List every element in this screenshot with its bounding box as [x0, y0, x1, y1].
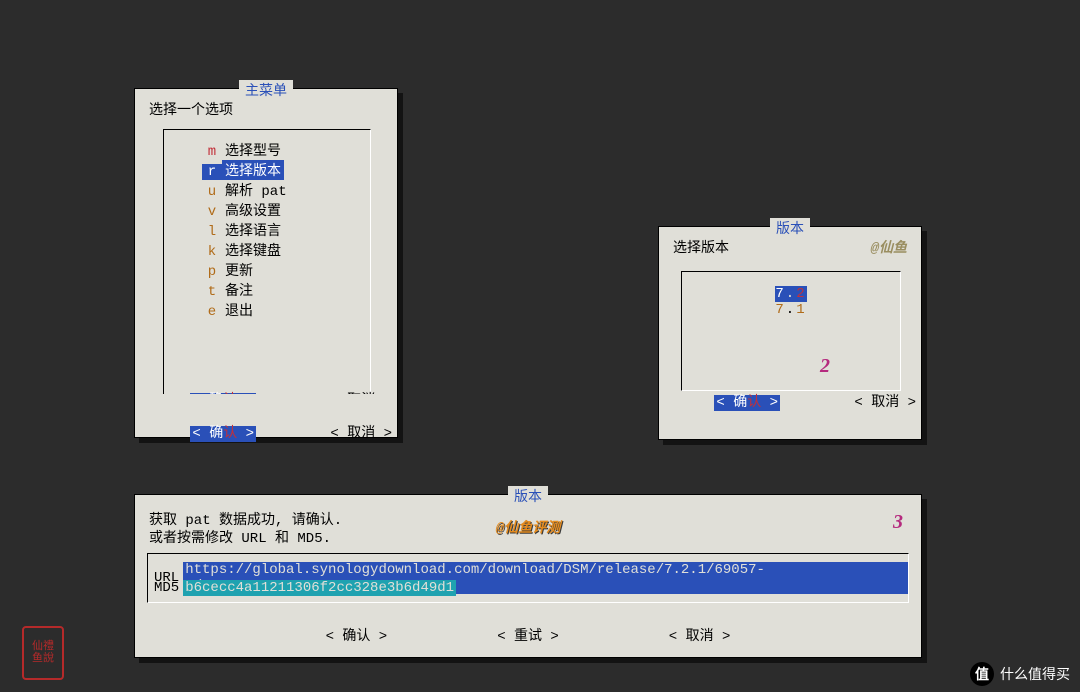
- version-prompt: 选择版本: [673, 237, 729, 257]
- cancel-button[interactable]: < 取消 >: [280, 406, 392, 458]
- menu-item-key: r: [202, 164, 222, 180]
- version-dialog: 版本 选择版本 @仙鱼 7.27.1 2 < 确认 > < 取消 >: [658, 226, 922, 440]
- version-option[interactable]: 7.1: [682, 302, 900, 318]
- menu-item-label: 高级设置: [222, 200, 284, 220]
- version-title: 版本: [770, 218, 810, 238]
- menu-item[interactable]: v高级设置: [198, 200, 336, 220]
- menu-item-key: k: [202, 244, 222, 260]
- main-menu-prompt: 选择一个选项: [149, 99, 233, 119]
- author-stamp: 仙禮 鱼說: [22, 626, 64, 680]
- menu-item[interactable]: p更新: [198, 260, 336, 280]
- menu-item-key: e: [202, 304, 222, 320]
- annotation-3: 3: [893, 511, 903, 534]
- menu-item[interactable]: r选择版本: [198, 160, 336, 180]
- url-msg-2: 或者按需修改 URL 和 MD5.: [149, 527, 331, 547]
- cancel-button[interactable]: < 取消 >: [669, 625, 731, 645]
- menu-item[interactable]: l选择语言: [198, 220, 336, 240]
- main-menu-title: 主菜单: [239, 80, 293, 100]
- menu-item-key: p: [202, 264, 222, 280]
- md5-label: MD5: [154, 580, 183, 596]
- menu-item[interactable]: m选择型号: [198, 140, 336, 160]
- main-menu-dialog: 主菜单 选择一个选项 m选择型号r选择版本u解析 patv高级设置l选择语言k选…: [134, 88, 398, 438]
- version-option[interactable]: 7.2: [682, 286, 900, 302]
- version-options: 7.27.1 2: [681, 271, 901, 391]
- menu-item-label: 选择版本: [222, 160, 284, 180]
- main-menu-button-bar: < 确认 > < 取消 >: [134, 394, 398, 438]
- menu-item-key: m: [202, 144, 222, 160]
- brand-text: 什么值得买: [1000, 664, 1070, 684]
- menu-item-label: 选择语言: [222, 220, 284, 240]
- watermark-3: @仙鱼评测: [496, 517, 560, 537]
- retry-button[interactable]: < 重试 >: [497, 625, 559, 645]
- menu-item-key: t: [202, 284, 222, 300]
- ok-button[interactable]: < 确认 >: [140, 406, 256, 458]
- menu-item-key: v: [202, 204, 222, 220]
- menu-item[interactable]: t备注: [198, 280, 336, 300]
- url-msg-1: 获取 pat 数据成功, 请确认.: [149, 509, 342, 529]
- menu-item-key: u: [202, 184, 222, 200]
- menu-item-label: 退出: [222, 300, 256, 320]
- menu-item[interactable]: k选择键盘: [198, 240, 336, 260]
- menu-item-label: 更新: [222, 260, 256, 280]
- site-brand: 值 什么值得买: [970, 662, 1070, 686]
- url-dialog: 版本 获取 pat 数据成功, 请确认. 或者按需修改 URL 和 MD5. @…: [134, 494, 922, 658]
- menu-item[interactable]: u解析 pat: [198, 180, 336, 200]
- url-fields: URL https://global.synologydownload.com/…: [147, 553, 909, 603]
- menu-item-label: 选择型号: [222, 140, 284, 160]
- ok-button[interactable]: < 确认 >: [664, 375, 780, 427]
- menu-item-label: 选择键盘: [222, 240, 284, 260]
- menu-item-key: l: [202, 224, 222, 240]
- cancel-button[interactable]: < 取消 >: [804, 375, 916, 427]
- menu-item-label: 备注: [222, 280, 256, 300]
- brand-icon: 值: [970, 662, 994, 686]
- ok-button[interactable]: < 确认 >: [326, 625, 388, 645]
- md5-input[interactable]: b6cecc4a11211306f2cc328e3b6d49d1: [183, 580, 456, 596]
- menu-item-label: 解析 pat: [222, 180, 290, 200]
- watermark-2: @仙鱼: [871, 237, 907, 257]
- menu-item[interactable]: e退出: [198, 300, 336, 320]
- url-title: 版本: [508, 486, 548, 506]
